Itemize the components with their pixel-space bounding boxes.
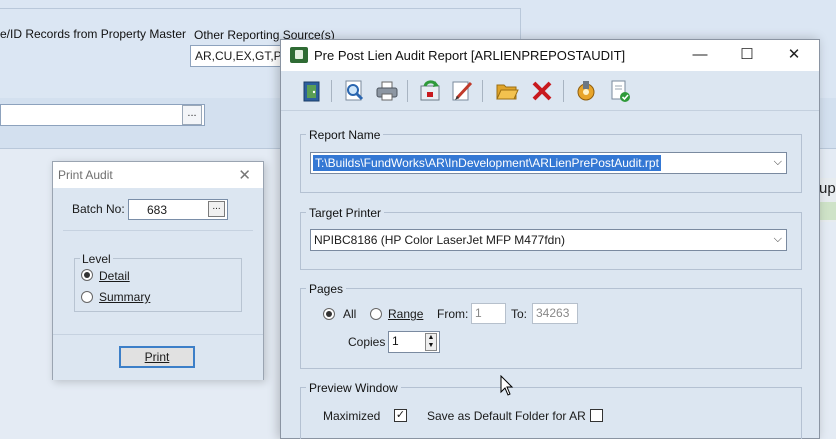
panel-border — [0, 8, 520, 9]
to-input[interactable]: 34263 — [532, 303, 578, 324]
preview-window-label: Preview Window — [306, 381, 401, 395]
copies-spinner[interactable]: 1 ▲ ▼ — [388, 331, 440, 353]
batch-label: Batch No: — [72, 202, 125, 216]
maximize-button[interactable]: ☐ — [724, 40, 770, 71]
report-toolbar — [281, 71, 819, 111]
pages-group — [300, 288, 802, 369]
properties-icon[interactable] — [607, 78, 633, 104]
grid-header-text: upl — [819, 180, 836, 197]
export-icon[interactable] — [573, 78, 599, 104]
refresh-icon[interactable] — [417, 78, 443, 104]
toolbar-separator — [331, 80, 332, 102]
toolbar-separator — [407, 80, 408, 102]
toolbar-separator — [563, 80, 564, 102]
toolbar-separator — [482, 80, 483, 102]
app-icon — [290, 47, 308, 63]
save-default-folder-checkbox[interactable] — [590, 409, 603, 422]
maximized-label[interactable]: Maximized — [323, 409, 380, 423]
print-audit-dialog: Print Audit ✕ Batch No: 683 ... Level De… — [52, 161, 264, 380]
all-pages-label[interactable]: All — [343, 307, 356, 321]
chevron-down-icon[interactable]: ⌵ — [774, 156, 782, 169]
level-label: Level — [80, 252, 113, 266]
divider — [63, 230, 253, 231]
pages-label: Pages — [306, 282, 347, 296]
summary-label[interactable]: Summary — [99, 290, 150, 304]
batch-browse-button[interactable]: ... — [208, 201, 225, 217]
report-name-value: T:\Builds\FundWorks\AR\InDevelopment\ARL… — [313, 155, 661, 171]
copies-label: Copies — [348, 335, 386, 349]
report-name-label: Report Name — [306, 128, 384, 142]
detail-radio[interactable] — [81, 269, 93, 281]
print-button[interactable]: Print — [119, 346, 195, 368]
delete-icon[interactable] — [529, 78, 555, 104]
preview-icon[interactable] — [341, 78, 367, 104]
minimize-button[interactable]: — — [677, 40, 723, 71]
printer-icon[interactable] — [374, 78, 400, 104]
close-icon[interactable]: ✕ — [238, 166, 251, 184]
chevron-down-icon[interactable]: ⌵ — [774, 233, 782, 246]
mouse-cursor-icon — [500, 375, 514, 396]
background-field[interactable]: ... — [0, 104, 205, 126]
maximized-checkbox[interactable]: ✓ — [394, 409, 407, 422]
from-input[interactable]: 1 — [471, 303, 506, 324]
copies-value: 1 — [392, 334, 399, 348]
exit-door-icon[interactable] — [299, 78, 325, 104]
browse-button[interactable]: ... — [182, 105, 202, 125]
summary-radio[interactable] — [81, 291, 93, 303]
report-dialog-titlebar[interactable]: Pre Post Lien Audit Report [ARLIENPREPOS… — [281, 40, 819, 71]
target-printer-value: NPIBC8186 (HP Color LaserJet MFP M477fdn… — [314, 233, 565, 247]
open-folder-icon[interactable] — [494, 78, 520, 104]
to-label: To: — [511, 307, 528, 321]
range-label[interactable]: Range — [388, 307, 423, 321]
spinner-arrows-icon[interactable]: ▲ ▼ — [425, 333, 437, 351]
detail-label[interactable]: Detail — [99, 269, 130, 283]
from-label: From: — [437, 307, 469, 321]
print-audit-title: Print Audit — [58, 168, 113, 182]
report-name-combobox[interactable]: T:\Builds\FundWorks\AR\InDevelopment\ARL… — [310, 152, 787, 174]
print-audit-titlebar[interactable]: Print Audit ✕ — [53, 162, 263, 188]
edit-icon[interactable] — [449, 78, 475, 104]
save-default-folder-label[interactable]: Save as Default Folder for AR — [427, 409, 586, 423]
close-button[interactable]: ✕ — [771, 40, 817, 71]
target-printer-combobox[interactable]: NPIBC8186 (HP Color LaserJet MFP M477fdn… — [310, 229, 787, 251]
target-printer-label: Target Printer — [306, 206, 385, 220]
range-radio[interactable] — [370, 308, 382, 320]
all-pages-radio[interactable] — [323, 308, 335, 320]
report-dialog-title: Pre Post Lien Audit Report [ARLIENPREPOS… — [314, 48, 626, 63]
report-dialog: Pre Post Lien Audit Report [ARLIENPREPOS… — [280, 39, 820, 439]
records-label: e/ID Records from Property Master — [0, 27, 187, 41]
